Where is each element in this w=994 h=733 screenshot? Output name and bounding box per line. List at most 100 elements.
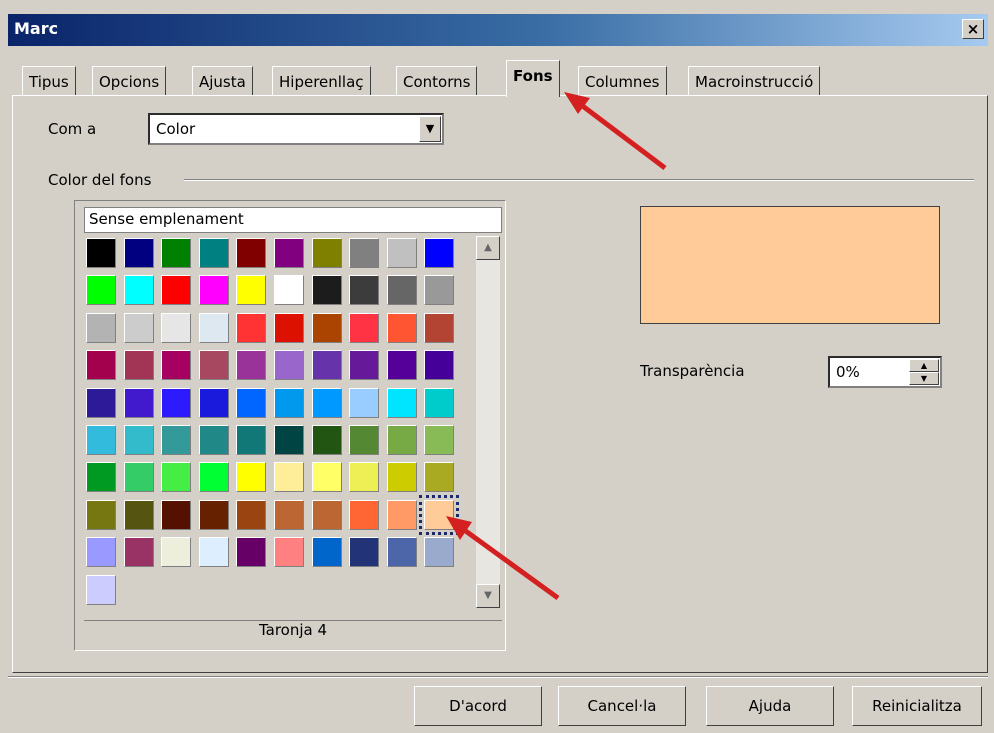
color-swatch[interactable]	[274, 425, 304, 455]
color-swatch[interactable]	[349, 238, 380, 268]
color-swatch[interactable]	[424, 350, 455, 381]
color-swatch[interactable]	[161, 537, 192, 568]
color-swatch[interactable]	[123, 537, 154, 568]
color-swatch[interactable]	[198, 312, 229, 343]
reset-button[interactable]: Reinicialitza	[852, 686, 982, 726]
color-swatch[interactable]	[161, 499, 192, 530]
color-swatch[interactable]	[161, 350, 192, 381]
transparency-spinner[interactable]: 0% ▲ ▼	[828, 356, 942, 388]
color-swatch[interactable]	[86, 425, 116, 455]
color-swatch[interactable]	[349, 537, 380, 568]
color-swatch[interactable]	[311, 275, 342, 306]
color-swatch[interactable]	[274, 238, 304, 268]
color-swatch[interactable]	[86, 537, 116, 568]
color-swatch[interactable]	[386, 350, 417, 381]
color-swatch[interactable]	[123, 312, 154, 343]
color-swatch[interactable]	[161, 425, 192, 455]
tab-opcions[interactable]: Opcions	[92, 66, 167, 96]
color-swatch[interactable]	[123, 350, 154, 381]
color-swatch[interactable]	[86, 312, 116, 343]
color-swatch[interactable]	[424, 312, 455, 343]
color-swatch[interactable]	[86, 350, 116, 381]
color-swatch[interactable]	[86, 499, 116, 530]
color-swatch[interactable]	[424, 425, 455, 455]
color-swatch[interactable]	[311, 425, 342, 455]
color-swatch[interactable]	[198, 462, 229, 493]
color-swatch[interactable]	[274, 312, 304, 343]
color-swatch[interactable]	[236, 238, 267, 268]
color-swatch[interactable]	[198, 275, 229, 306]
color-swatch[interactable]	[274, 499, 304, 530]
tab-fons[interactable]: Fons	[506, 60, 560, 97]
color-swatch[interactable]	[236, 350, 267, 381]
color-swatch[interactable]	[424, 462, 455, 493]
tab-hiperenllac[interactable]: Hiperenllaç	[272, 66, 371, 96]
color-swatch[interactable]	[349, 275, 380, 306]
tab-tipus[interactable]: Tipus	[22, 66, 76, 96]
color-swatch[interactable]	[198, 387, 229, 418]
spin-up-icon[interactable]: ▲	[909, 359, 939, 372]
color-swatch[interactable]	[349, 387, 380, 418]
color-swatch[interactable]	[198, 238, 229, 268]
color-swatch[interactable]	[274, 275, 304, 306]
color-swatch[interactable]	[386, 275, 417, 306]
color-swatch[interactable]	[311, 350, 342, 381]
color-swatch[interactable]	[86, 462, 116, 493]
no-fill-option[interactable]: Sense emplenament	[84, 207, 502, 233]
color-swatch[interactable]	[311, 238, 342, 268]
scroll-up-icon[interactable]: ▲	[476, 236, 500, 260]
color-swatch[interactable]	[424, 275, 455, 306]
color-swatch[interactable]	[274, 387, 304, 418]
color-swatch[interactable]	[236, 387, 267, 418]
color-swatch[interactable]	[386, 499, 417, 530]
color-swatch[interactable]	[161, 312, 192, 343]
color-swatch[interactable]	[236, 537, 267, 568]
color-swatch[interactable]	[236, 312, 267, 343]
chevron-down-icon[interactable]: ▼	[419, 116, 441, 142]
color-swatch[interactable]	[386, 537, 417, 568]
color-swatch[interactable]	[161, 238, 192, 268]
color-swatch[interactable]	[311, 537, 342, 568]
color-swatch[interactable]	[386, 425, 417, 455]
color-swatch[interactable]	[236, 499, 267, 530]
color-swatch[interactable]	[311, 462, 342, 493]
color-swatch[interactable]	[86, 275, 116, 306]
tab-ajusta[interactable]: Ajusta	[192, 66, 253, 96]
color-swatch[interactable]	[198, 499, 229, 530]
close-button[interactable]: ×	[962, 19, 984, 39]
color-swatch[interactable]	[236, 425, 267, 455]
color-swatch[interactable]	[311, 387, 342, 418]
color-swatch[interactable]	[198, 350, 229, 381]
color-swatch[interactable]	[198, 537, 229, 568]
color-swatch[interactable]	[424, 238, 455, 268]
color-swatch[interactable]	[386, 387, 417, 418]
color-swatch[interactable]	[161, 387, 192, 418]
color-swatch[interactable]	[274, 350, 304, 381]
color-swatch[interactable]	[161, 275, 192, 306]
color-swatch[interactable]	[123, 275, 154, 306]
color-swatch[interactable]	[161, 462, 192, 493]
color-swatch[interactable]	[123, 238, 154, 268]
color-swatch[interactable]	[349, 425, 380, 455]
color-swatch[interactable]	[123, 387, 154, 418]
color-swatch[interactable]	[386, 238, 417, 268]
ok-button[interactable]: D'acord	[414, 686, 542, 726]
color-swatch[interactable]	[311, 499, 342, 530]
tab-macroinstruccio[interactable]: Macroinstrucció	[688, 66, 821, 96]
as-dropdown[interactable]: Color ▼	[148, 113, 444, 145]
color-swatch[interactable]	[311, 312, 342, 343]
color-swatch[interactable]	[349, 499, 380, 530]
color-swatch[interactable]	[236, 275, 267, 306]
color-swatch[interactable]	[349, 312, 380, 343]
help-button[interactable]: Ajuda	[706, 686, 834, 726]
tab-contorns[interactable]: Contorns	[396, 66, 478, 96]
color-swatch[interactable]	[424, 387, 455, 418]
color-swatch[interactable]	[386, 312, 417, 343]
color-swatch[interactable]	[123, 425, 154, 455]
color-swatch[interactable]	[236, 462, 267, 493]
cancel-button[interactable]: Cancel·la	[558, 686, 686, 726]
color-swatch[interactable]	[386, 462, 417, 493]
color-swatch[interactable]	[86, 238, 116, 268]
color-swatch[interactable]	[349, 462, 380, 493]
color-swatch[interactable]	[198, 425, 229, 455]
